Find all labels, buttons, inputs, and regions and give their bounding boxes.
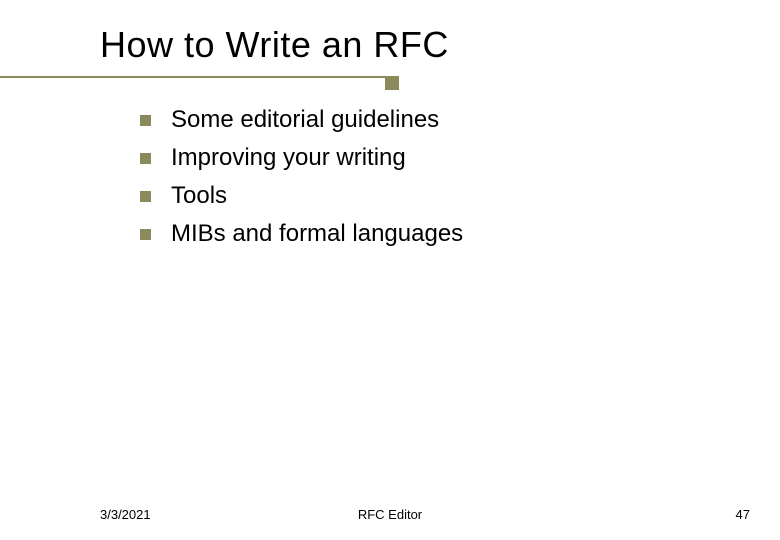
slide-footer: 3/3/2021 RFC Editor 47 (0, 507, 780, 522)
bullet-text: MIBs and formal languages (171, 220, 463, 248)
list-item: MIBs and formal languages (140, 220, 463, 248)
slide: How to Write an RFC Some editorial guide… (0, 0, 780, 540)
bullet-list: Some editorial guidelines Improving your… (140, 106, 463, 258)
footer-center-label: RFC Editor (358, 507, 422, 522)
footer-page-number: 47 (736, 507, 750, 522)
bullet-text: Some editorial guidelines (171, 106, 439, 134)
bullet-square-icon (140, 115, 151, 126)
bullet-text: Tools (171, 182, 227, 210)
bullet-text: Improving your writing (171, 144, 406, 172)
bullet-square-icon (140, 153, 151, 164)
list-item: Tools (140, 182, 463, 210)
list-item: Some editorial guidelines (140, 106, 463, 134)
footer-date: 3/3/2021 (100, 507, 151, 522)
title-accent-square (385, 76, 399, 90)
list-item: Improving your writing (140, 144, 463, 172)
bullet-square-icon (140, 191, 151, 202)
slide-title: How to Write an RFC (100, 24, 449, 66)
title-underline (0, 76, 385, 78)
bullet-square-icon (140, 229, 151, 240)
